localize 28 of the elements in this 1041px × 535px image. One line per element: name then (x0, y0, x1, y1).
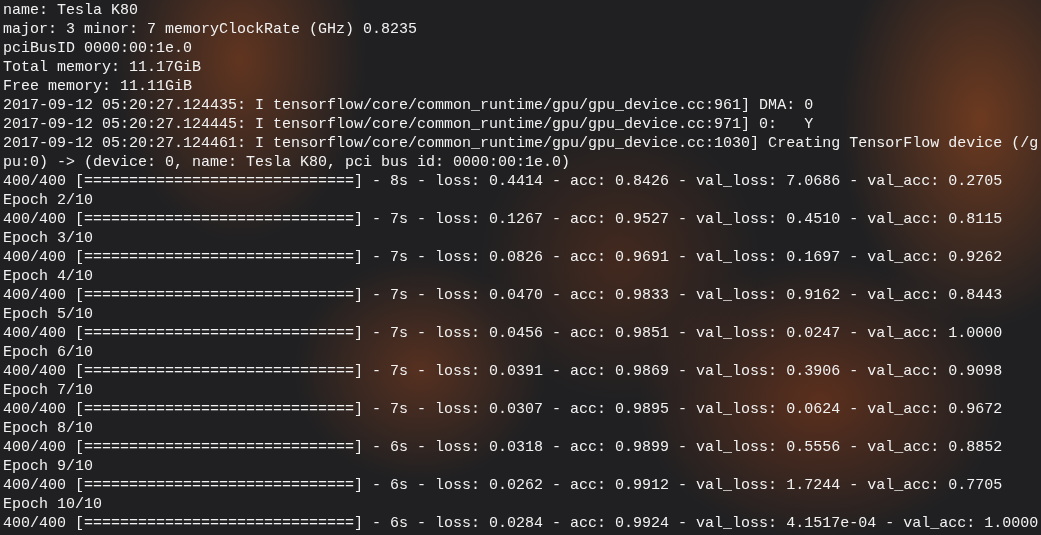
terminal-line: major: 3 minor: 7 memoryClockRate (GHz) 0.8235 (3, 20, 418, 39)
terminal-line: 2017-09-12 05:20:27.124461: I tensorflow/core/common_runtime/gpu/gpu_device.cc:1030] Creating TensorFlow device (/g (3, 134, 1039, 153)
terminal-line: Epoch 8/10 (3, 419, 93, 438)
terminal-line: name: Tesla K80 (3, 1, 139, 20)
terminal-line: 400/400 [==============================] - 6s - loss: 0.0318 - acc: 0.9899 - val_loss: 0.5556 - val_acc: 0.8852 (3, 438, 1003, 457)
terminal-line: Epoch 5/10 (3, 305, 93, 324)
terminal-line: 400/400 [==============================] - 7s - loss: 0.0307 - acc: 0.9895 - val_loss: 0.0624 - val_acc: 0.9672 (3, 400, 1003, 419)
terminal-line: 400/400 [==============================] - 7s - loss: 0.0391 - acc: 0.9869 - val_loss: 0.3906 - val_acc: 0.9098 (3, 362, 1003, 381)
terminal-line: 400/400 [==============================] - 6s - loss: 0.0284 - acc: 0.9924 - val_loss: 4.1517e-04 - val_acc: 1.0000 (3, 514, 1039, 533)
terminal-line: Free memory: 11.11GiB (3, 77, 193, 96)
terminal-line: 400/400 [==============================] - 7s - loss: 0.1267 - acc: 0.9527 - val_loss: 0.4510 - val_acc: 0.8115 (3, 210, 1003, 229)
terminal-line: Epoch 2/10 (3, 191, 93, 210)
terminal-line: 400/400 [==============================] - 7s - loss: 0.0826 - acc: 0.9691 - val_loss: 0.1697 - val_acc: 0.9262 (3, 248, 1003, 267)
terminal-line: 400/400 [==============================] - 7s - loss: 0.0470 - acc: 0.9833 - val_loss: 0.9162 - val_acc: 0.8443 (3, 286, 1003, 305)
terminal-line: 400/400 [==============================] - 8s - loss: 0.4414 - acc: 0.8426 - val_loss: 7.0686 - val_acc: 0.2705 (3, 172, 1003, 191)
terminal-line: Epoch 6/10 (3, 343, 93, 362)
terminal-line: 2017-09-12 05:20:27.124445: I tensorflow/core/common_runtime/gpu/gpu_device.cc:971] 0: Y (3, 115, 814, 134)
terminal-line: Epoch 10/10 (3, 495, 103, 514)
terminal-line: 400/400 [==============================] - 6s - loss: 0.0262 - acc: 0.9912 - val_loss: 1.7244 - val_acc: 0.7705 (3, 476, 1003, 495)
terminal-line: pu:0) -> (device: 0, name: Tesla K80, pci bus id: 0000:00:1e.0) (3, 153, 571, 172)
terminal-line: 400/400 [==============================] - 7s - loss: 0.0456 - acc: 0.9851 - val_loss: 0.0247 - val_acc: 1.0000 (3, 324, 1003, 343)
terminal-line: Epoch 7/10 (3, 381, 93, 400)
terminal-line: Epoch 9/10 (3, 457, 93, 476)
terminal-line: Total memory: 11.17GiB (3, 58, 202, 77)
terminal-line: pciBusID 0000:00:1e.0 (3, 39, 193, 58)
terminal-line: 2017-09-12 05:20:27.124435: I tensorflow/core/common_runtime/gpu/gpu_device.cc:961] DMA: 0 (3, 96, 814, 115)
terminal-line: Epoch 3/10 (3, 229, 93, 248)
terminal-line: Epoch 4/10 (3, 267, 93, 286)
